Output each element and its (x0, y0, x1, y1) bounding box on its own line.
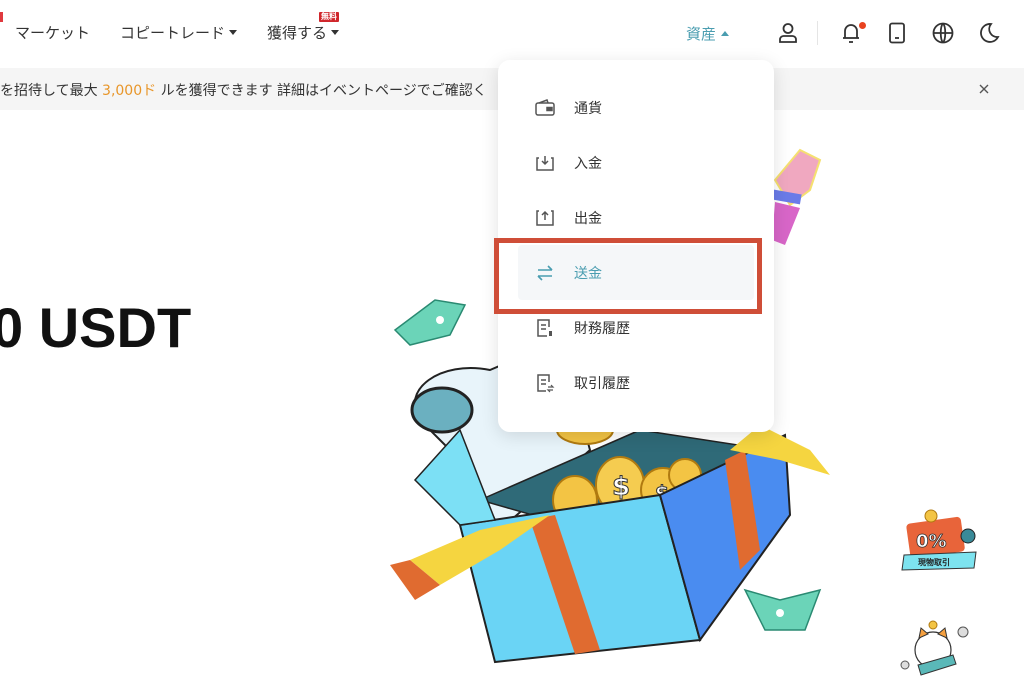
spot-trading-promo[interactable]: 0% 現物取引 (896, 500, 984, 580)
user-icon (779, 23, 797, 43)
moon-icon (980, 23, 1000, 43)
menu-item-label: 財務履歴 (574, 320, 630, 337)
money-bill-illustration (743, 588, 822, 631)
menu-item-currency[interactable]: 通貨 (518, 80, 754, 135)
nav-market[interactable]: マーケット (15, 22, 90, 43)
page: マーケット コピートレード 獲得する 無料 資産 を招待して最大 3,000ド … (0, 0, 1024, 682)
deposit-icon (534, 152, 556, 174)
banner-highlight: 3,000ド (102, 83, 157, 99)
transfer-icon (534, 262, 556, 284)
hand-illustration (772, 148, 822, 245)
menu-item-label: 取引履歴 (574, 375, 630, 392)
free-badge: 無料 (319, 12, 340, 22)
menu-item-label: 入金 (574, 155, 602, 172)
menu-item-withdraw[interactable]: 出金 (518, 190, 754, 245)
trade-history-icon (534, 372, 556, 394)
globe-icon (932, 22, 954, 44)
nav-copy-trade-label: コピートレード (120, 24, 226, 42)
header-actions: 資産 (686, 18, 1002, 48)
logo-fragment[interactable] (0, 12, 3, 22)
chevron-up-icon (721, 30, 729, 36)
theme-toggle-button[interactable] (976, 20, 1002, 46)
lucky-cat-promo[interactable] (893, 620, 983, 682)
svg-text:$: $ (612, 472, 630, 502)
mobile-icon (889, 22, 905, 44)
menu-item-deposit[interactable]: 入金 (518, 135, 754, 190)
banner-text-before: を招待して最大 (0, 83, 98, 99)
financial-history-icon (534, 317, 556, 339)
menu-item-label: 送金 (574, 265, 602, 282)
main-nav: マーケット コピートレード 獲得する 無料 (15, 12, 369, 43)
withdraw-icon (534, 207, 556, 229)
menu-item-trade-history[interactable]: 取引履歴 (518, 355, 754, 410)
mobile-app-button[interactable] (884, 20, 910, 46)
nav-copy-trade[interactable]: コピートレード (120, 22, 238, 43)
menu-item-financial-history[interactable]: 財務履歴 (518, 300, 754, 355)
chevron-down-icon (331, 30, 340, 35)
close-icon (979, 84, 989, 94)
assets-dropdown-menu: 通貨 入金 出金 送金 財務履歴 取引履歴 (498, 60, 774, 432)
promo-percent: 0% (916, 531, 947, 552)
top-header: マーケット コピートレード 獲得する 無料 資産 (0, 0, 1024, 68)
assets-label: 資産 (685, 24, 716, 43)
chevron-down-icon (229, 30, 238, 35)
menu-item-label: 出金 (574, 210, 602, 227)
notification-dot (859, 22, 866, 29)
wallet-icon (534, 97, 556, 119)
banner-text[interactable]: を招待して最大 3,000ド ルを獲得できます 詳細はイベントページでご確認く (0, 80, 487, 100)
nav-earn-label: 獲得する (267, 24, 328, 42)
header-divider (817, 21, 818, 45)
user-button[interactable] (775, 20, 801, 46)
notifications-button[interactable] (838, 20, 866, 46)
nav-market-label: マーケット (15, 24, 91, 42)
banner-text-after: ルを獲得できます 詳細はイベントページでご確認く (160, 83, 487, 99)
assets-menu-button[interactable]: 資産 (686, 23, 729, 44)
menu-item-label: 通貨 (574, 100, 602, 117)
banner-close-button[interactable] (976, 81, 992, 97)
menu-item-transfer[interactable]: 送金 (518, 245, 754, 300)
money-bill-illustration (393, 299, 467, 346)
nav-earn[interactable]: 獲得する 無料 (267, 12, 340, 43)
promo-caption: 現物取引 (918, 557, 950, 567)
language-button[interactable] (930, 20, 956, 46)
hero-amount: 0 USDT (0, 296, 192, 359)
